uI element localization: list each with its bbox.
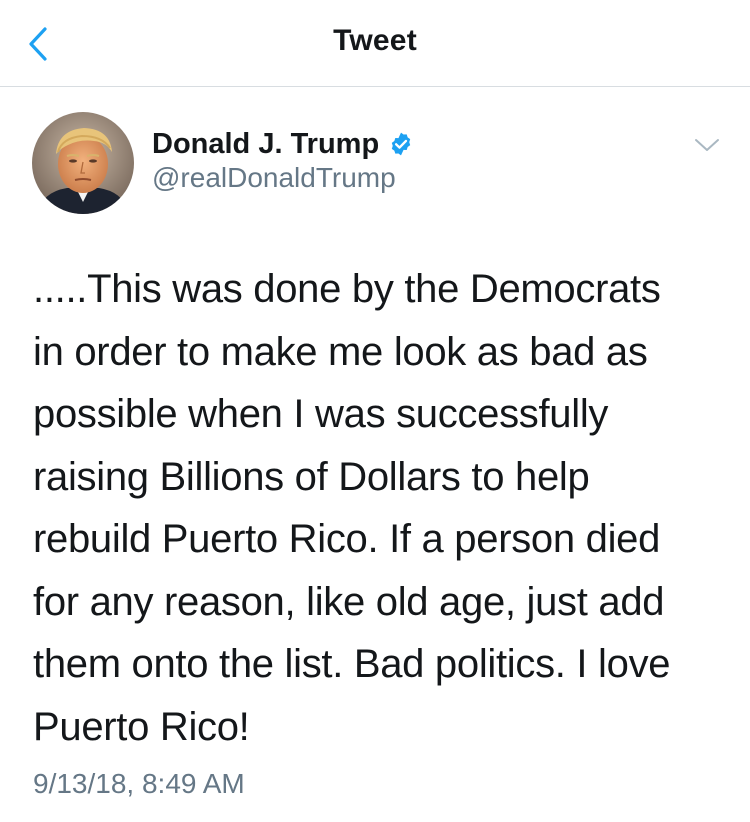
tweet-timestamp: 9/13/18, 8:49 AM	[33, 768, 245, 799]
page-title: Tweet	[333, 24, 417, 57]
tweet-text-line: them onto the list. Bad politics. I love	[33, 642, 671, 686]
avatar[interactable]	[32, 112, 134, 214]
author-name[interactable]: Donald J. Trump	[152, 128, 379, 161]
tweet-options-button[interactable]	[690, 130, 724, 160]
avatar-photo	[32, 112, 134, 214]
tweet-text-line: in order to make me look as bad as	[33, 329, 648, 374]
nav-bar: Tweet	[0, 0, 750, 87]
tweet-text-line: Puerto Rico!	[33, 704, 250, 749]
tweet-text-line: rebuild Puerto Rico. If a person died	[33, 517, 661, 561]
tweet-text-line: for any reason, like old age, just add	[33, 579, 665, 624]
tweet-text: .....This was done by the Democrats in o…	[33, 258, 733, 758]
tweet-text-line: .....This was done by the Democrats	[33, 267, 661, 311]
verified-badge-icon	[391, 132, 411, 156]
tweet-text-line: raising Billions of Dollars to help	[33, 454, 590, 499]
chevron-down-icon	[695, 139, 719, 151]
author-name-row[interactable]: Donald J. Trump	[152, 124, 414, 164]
author-handle[interactable]: @realDonaldTrump	[152, 162, 396, 194]
tweet-text-line: possible when I was successfully	[33, 392, 609, 436]
